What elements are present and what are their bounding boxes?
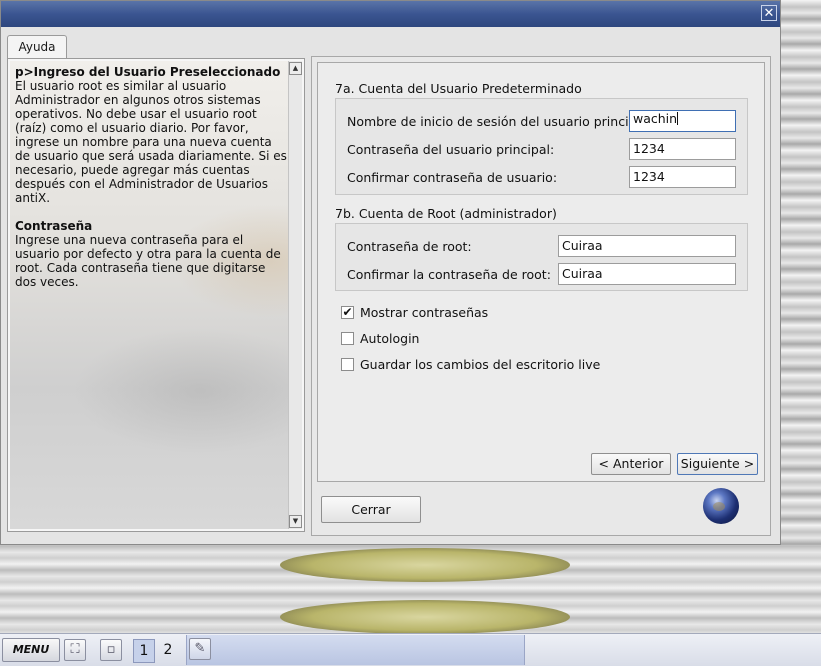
wallpaper-shell	[280, 548, 570, 582]
next-button[interactable]: Siguiente >	[677, 453, 758, 475]
autologin-label[interactable]: Autologin	[360, 331, 419, 346]
help-paragraph-user: El usuario root es similar al usuario Ad…	[15, 79, 287, 205]
account-settings-frame: 7a. Cuenta del Usuario Predeterminado No…	[317, 62, 765, 482]
help-heading-user: p>Ingreso del Usuario Preseleccionado	[15, 65, 281, 79]
login-name-input[interactable]: wachin	[629, 110, 736, 132]
root-confirm-label: Confirmar la contraseña de root:	[347, 267, 551, 282]
close-icon[interactable]: ✕	[761, 5, 777, 21]
root-account-title: 7b. Cuenta de Root (administrador)	[335, 206, 557, 221]
root-password-input[interactable]: Cuiraa	[558, 235, 736, 257]
help-content: p>Ingreso del Usuario Preseleccionado El…	[10, 61, 290, 529]
globe-icon	[703, 488, 739, 524]
show-desktop-icon[interactable]: ▫	[100, 639, 122, 661]
show-passwords-checkbox[interactable]: ✔	[341, 306, 354, 319]
installer-task-icon[interactable]: ✎	[189, 638, 211, 660]
help-panel: p>Ingreso del Usuario Preseleccionado El…	[7, 58, 305, 532]
workspace-2[interactable]: 2	[157, 639, 179, 663]
user-password-input[interactable]: 1234	[629, 138, 736, 160]
scroll-down-icon[interactable]: ▼	[289, 515, 302, 528]
root-confirm-input[interactable]: Cuiraa	[558, 263, 736, 285]
taskbar: MENU ⛶ ▫ 1 2 ✎	[0, 633, 821, 666]
wallpaper-shell	[280, 600, 570, 634]
window-titlebar[interactable]: ✕	[1, 1, 780, 27]
user-password-label: Contraseña del usuario principal:	[347, 142, 555, 157]
installer-window: ✕ Ayuda p>Ingreso del Usuario Preselecci…	[0, 0, 781, 545]
user-account-group: Nombre de inicio de sesión del usuario p…	[335, 98, 748, 195]
tab-help[interactable]: Ayuda	[7, 35, 67, 59]
task-list: ✎	[186, 635, 525, 665]
show-passwords-label[interactable]: Mostrar contraseñas	[360, 305, 488, 320]
desktop-wallpaper-strip	[781, 0, 821, 545]
help-heading-password: Contraseña	[15, 219, 93, 233]
root-password-label: Contraseña de root:	[347, 239, 472, 254]
user-confirm-input[interactable]: 1234	[629, 166, 736, 188]
login-name-label: Nombre de inicio de sesión del usuario p…	[347, 114, 628, 129]
help-scrollbar[interactable]: ▲ ▼	[288, 61, 302, 529]
workspace-1[interactable]: 1	[133, 639, 155, 663]
save-live-changes-checkbox[interactable]	[341, 358, 354, 371]
close-button[interactable]: Cerrar	[321, 496, 421, 523]
menu-button[interactable]: MENU	[2, 638, 60, 662]
help-paragraph-password: Ingrese una nueva contraseña para el usu…	[15, 233, 281, 289]
autologin-checkbox[interactable]	[341, 332, 354, 345]
settings-panel: 7a. Cuenta del Usuario Predeterminado No…	[311, 56, 771, 536]
user-confirm-label: Confirmar contraseña de usuario:	[347, 170, 558, 185]
scroll-up-icon[interactable]: ▲	[289, 62, 302, 75]
save-live-changes-label[interactable]: Guardar los cambios del escritorio live	[360, 357, 600, 372]
user-account-title: 7a. Cuenta del Usuario Predeterminado	[335, 81, 582, 96]
help-text: p>Ingreso del Usuario Preseleccionado El…	[15, 65, 287, 289]
back-button[interactable]: < Anterior	[591, 453, 671, 475]
login-name-value: wachin	[633, 111, 678, 126]
fullscreen-icon[interactable]: ⛶	[64, 639, 86, 661]
root-account-group: Contraseña de root: Cuiraa Confirmar la …	[335, 223, 748, 291]
